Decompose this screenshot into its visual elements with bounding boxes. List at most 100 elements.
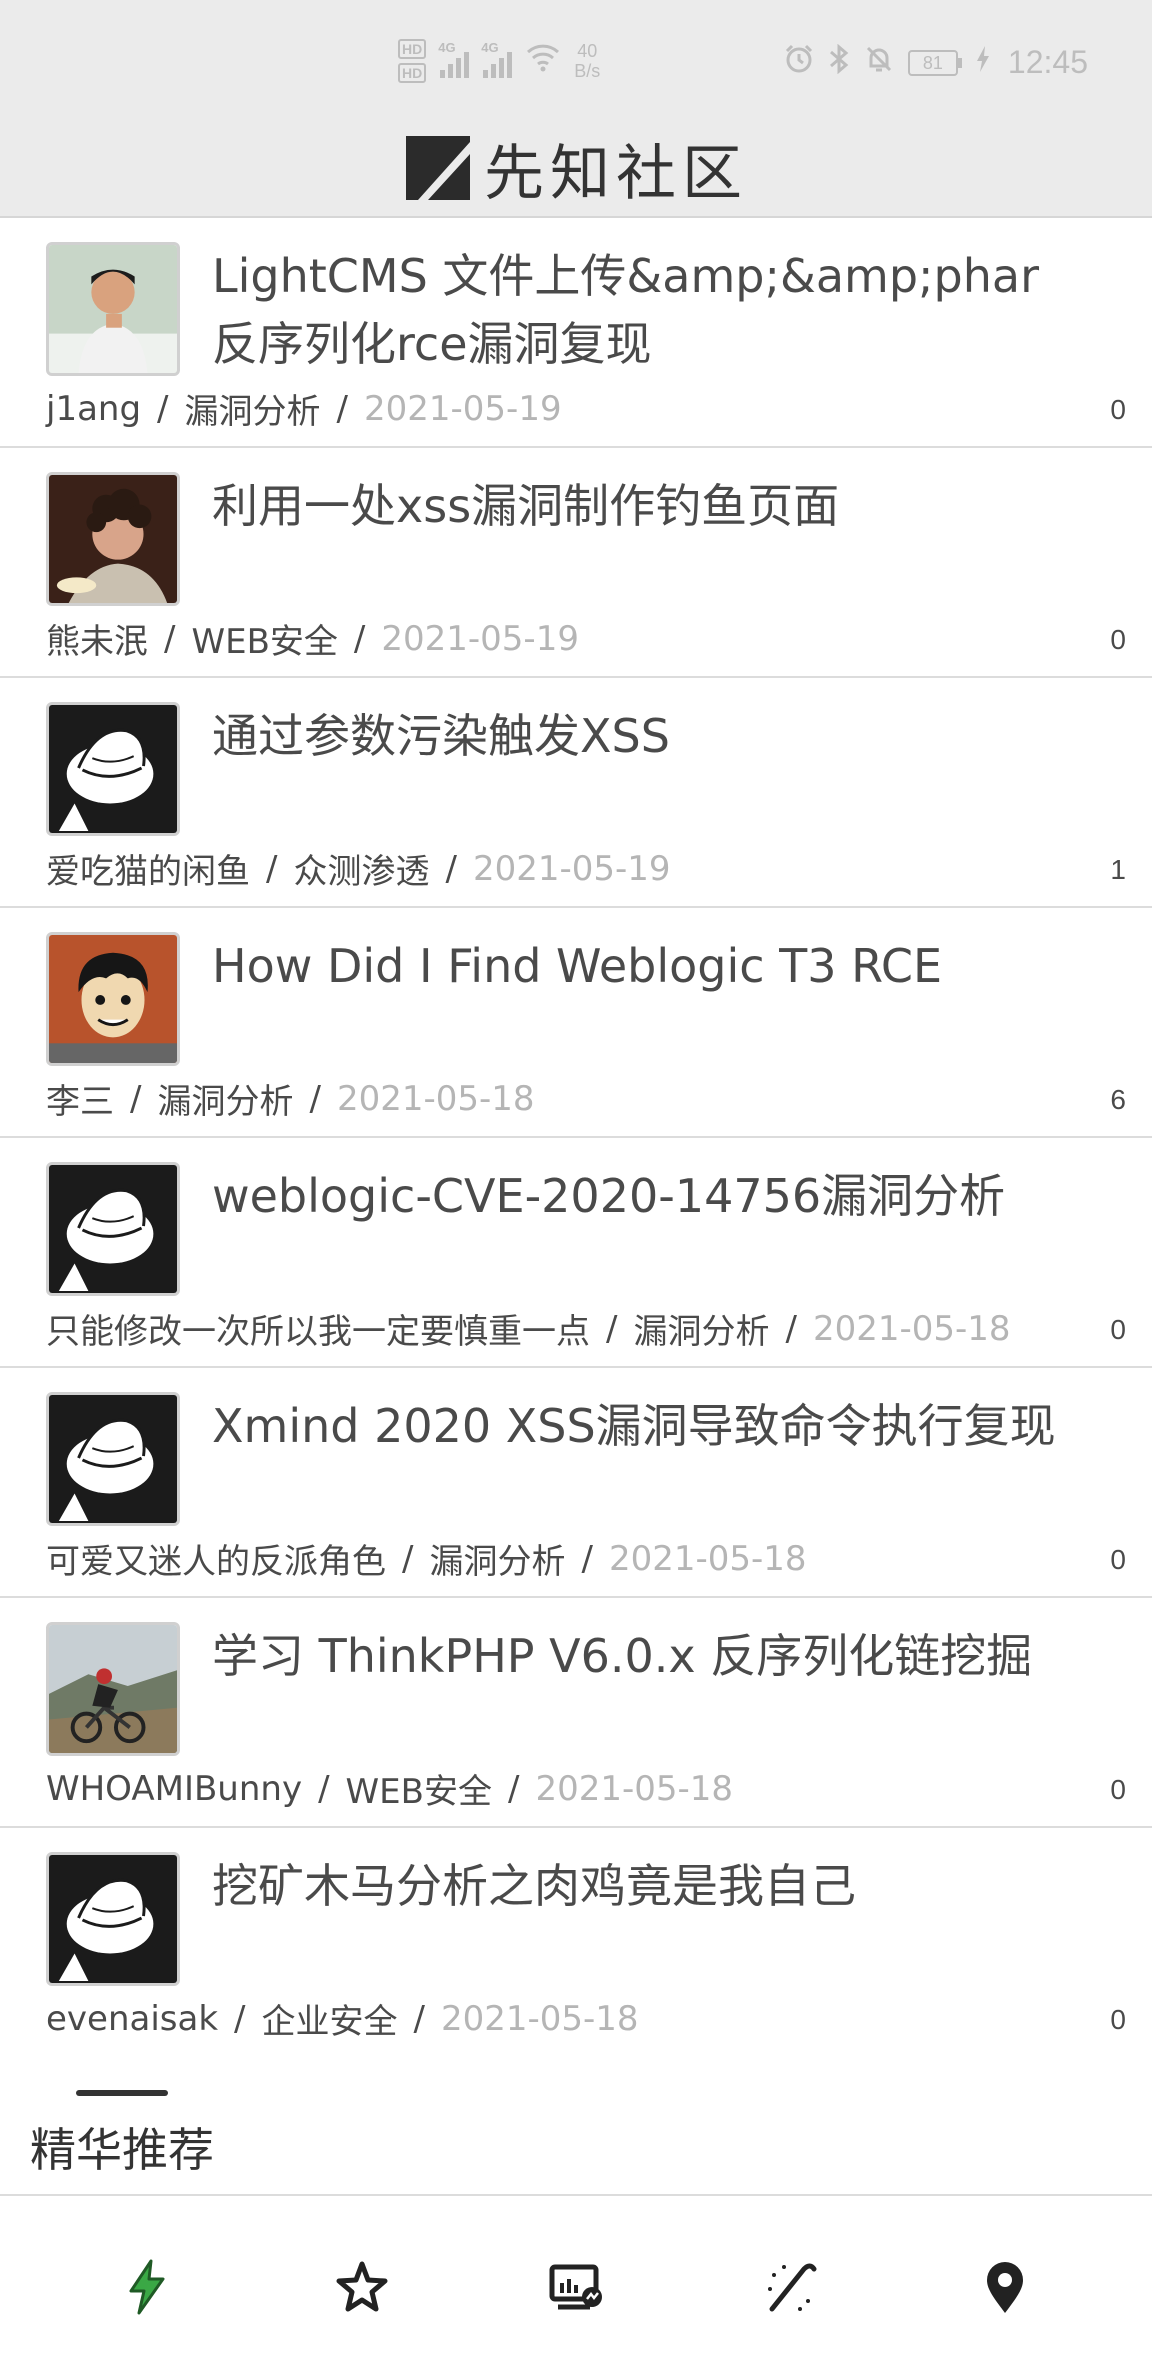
wifi-icon — [526, 42, 560, 80]
article-author[interactable]: 只能修改一次所以我一定要慎重一点 — [46, 1304, 590, 1353]
page-title: 先知社区 — [484, 138, 748, 209]
article-author[interactable]: j1ang — [46, 389, 141, 429]
article-list[interactable]: LightCMS 文件上传&amp;&amp;phar反序列化rce漏洞复现 j1… — [0, 218, 1152, 2058]
article-category[interactable]: WEB安全 — [346, 1764, 492, 1813]
meta-separator: / — [266, 848, 278, 889]
nav-favorites-button[interactable] — [317, 2242, 407, 2332]
article-date: 2021-05-18 — [608, 1538, 807, 1579]
meta-separator: / — [413, 1998, 425, 2039]
article-row[interactable]: 利用一处xss漏洞制作钓鱼页面熊未泯 / WEB安全 / 2021-05-19 0 — [0, 448, 1152, 678]
article-meta: 爱吃猫的闲鱼 / 众测渗透 / 2021-05-19 — [46, 844, 671, 893]
photo-cyclist-avatar[interactable] — [46, 1622, 180, 1756]
default-hat-avatar[interactable] — [46, 1162, 180, 1296]
app-header: 先知社区 — [0, 118, 1152, 218]
location-pin-icon — [986, 2262, 1023, 2313]
article-meta: 熊未泯 / WEB安全 / 2021-05-19 — [46, 614, 579, 663]
article-author[interactable]: 爱吃猫的闲鱼 — [46, 844, 250, 893]
hd-badges: HD HD — [398, 39, 427, 83]
meta-separator: / — [353, 618, 366, 659]
article-author[interactable]: 熊未泯 — [46, 614, 148, 663]
xianzhi-logo-icon — [406, 136, 470, 200]
article-author[interactable]: evenaisak — [46, 1999, 218, 2039]
nav-latest-button[interactable] — [102, 2242, 192, 2332]
article-date: 2021-05-18 — [440, 1998, 639, 2039]
comment-count: 0 — [1110, 1774, 1126, 1805]
article-row[interactable]: 学习 ThinkPHP V6.0.x 反序列化链挖掘 WHOAMIBunny / WE… — [0, 1598, 1152, 1828]
nav-tools-button[interactable] — [745, 2242, 835, 2332]
article-title[interactable]: 学习 ThinkPHP V6.0.x 反序列化链挖掘 — [212, 1622, 1062, 1690]
article-row[interactable]: How Did I Find Weblogic T3 RCE 李三 / 漏洞分析 / 20… — [0, 908, 1152, 1138]
article-title[interactable]: 挖矿木马分析之肉鸡竟是我自己 — [212, 1852, 1062, 1920]
article-date: 2021-05-19 — [381, 618, 579, 659]
cartoon-boy-avatar[interactable] — [46, 932, 180, 1066]
meta-separator: / — [309, 1078, 321, 1119]
article-date: 2021-05-19 — [472, 848, 671, 889]
meta-separator: / — [318, 1768, 330, 1809]
featured-tab[interactable]: 精华推荐 — [0, 2054, 1152, 2196]
nav-location-button[interactable] — [960, 2242, 1050, 2332]
meta-separator: / — [336, 388, 348, 429]
comment-count: 1 — [1110, 854, 1126, 885]
meta-separator: / — [234, 1998, 246, 2039]
article-category[interactable]: 漏洞分析 — [157, 1074, 293, 1123]
article-category[interactable]: 漏洞分析 — [429, 1534, 565, 1583]
article-row[interactable]: 通过参数污染触发XSS 爱吃猫的闲鱼 / 众测渗透 / 2021-05-19 1 — [0, 678, 1152, 908]
article-author[interactable]: WHOAMIBunny — [46, 1769, 302, 1809]
article-category[interactable]: 漏洞分析 — [185, 384, 321, 433]
network-speed-value: 40 — [577, 41, 598, 61]
article-title[interactable]: weblogic-CVE-2020-14756漏洞分析 — [212, 1162, 1062, 1230]
meta-separator: / — [581, 1538, 593, 1579]
meta-separator: / — [606, 1308, 618, 1349]
tab-indicator — [76, 2090, 168, 2096]
article-category[interactable]: 漏洞分析 — [633, 1304, 769, 1353]
status-time: 12:45 — [1007, 44, 1088, 80]
nav-stats-button[interactable] — [531, 2242, 621, 2332]
photo-curly-avatar[interactable] — [46, 472, 180, 606]
article-title[interactable]: LightCMS 文件上传&amp;&amp;phar反序列化rce漏洞复现 — [212, 242, 1062, 378]
article-meta: 只能修改一次所以我一定要慎重一点 / 漏洞分析 / 2021-05-18 — [46, 1304, 1011, 1353]
comment-count: 0 — [1110, 1314, 1126, 1345]
default-hat-avatar[interactable] — [46, 702, 180, 836]
network-speed-unit: B/s — [574, 61, 601, 81]
mute-bell-icon — [864, 44, 894, 81]
article-title[interactable]: 利用一处xss漏洞制作钓鱼页面 — [212, 472, 1062, 540]
comment-count: 0 — [1110, 624, 1126, 655]
battery-icon: 81 — [907, 49, 962, 76]
default-hat-avatar[interactable] — [46, 1392, 180, 1526]
comment-count: 0 — [1110, 1544, 1126, 1575]
article-date: 2021-05-18 — [812, 1308, 1011, 1349]
article-author[interactable]: 李三 — [46, 1074, 114, 1123]
meta-separator: / — [157, 388, 169, 429]
signal-icon-1: 4G — [438, 40, 470, 78]
article-meta: evenaisak / 企业安全 / 2021-05-18 — [46, 1994, 639, 2043]
meta-separator: / — [507, 1768, 520, 1809]
alarm-icon — [784, 44, 814, 81]
article-title[interactable]: Xmind 2020 XSS漏洞导致命令执行复现 — [212, 1392, 1062, 1460]
meta-separator: / — [164, 618, 176, 659]
lightning-icon — [129, 2259, 165, 2315]
article-meta: j1ang / 漏洞分析 / 2021-05-19 — [46, 384, 562, 433]
article-row[interactable]: LightCMS 文件上传&amp;&amp;phar反序列化rce漏洞复现 j1… — [0, 218, 1152, 448]
article-title[interactable]: 通过参数污染触发XSS — [212, 702, 1062, 770]
default-hat-avatar[interactable] — [46, 1852, 180, 1986]
article-row[interactable]: 挖矿木马分析之肉鸡竟是我自己 evenaisak / 企业安全 / 2021-05-18 0 — [0, 1828, 1152, 2058]
magic-wand-icon — [768, 2263, 817, 2312]
bottom-nav — [0, 2198, 1152, 2376]
top-bar: HD HD 4G 4G 40 B/s 81 12:45 先知社区 — [0, 0, 1152, 218]
article-category[interactable]: 众测渗透 — [293, 844, 429, 893]
bluetooth-icon — [828, 43, 850, 81]
article-date: 2021-05-19 — [363, 388, 562, 429]
article-category[interactable]: 企业安全 — [262, 1994, 398, 2043]
article-author[interactable]: 可爱又迷人的反派角色 — [46, 1534, 386, 1583]
article-row[interactable]: Xmind 2020 XSS漏洞导致命令执行复现 可爱又迷人的反派角色 / 漏洞分析 /… — [0, 1368, 1152, 1598]
network-speed: 40 B/s — [574, 41, 600, 81]
star-icon — [336, 2261, 388, 2312]
battery-level: 81 — [907, 49, 958, 76]
photo-man-avatar[interactable] — [46, 242, 180, 376]
featured-tab-label: 精华推荐 — [30, 2123, 214, 2177]
article-category[interactable]: WEB安全 — [191, 614, 337, 663]
status-bar-right: 81 12:45 — [784, 43, 1088, 81]
article-title[interactable]: How Did I Find Weblogic T3 RCE — [212, 932, 1062, 1000]
article-row[interactable]: weblogic-CVE-2020-14756漏洞分析只能修改一次所以我一定要慎… — [0, 1138, 1152, 1368]
status-bar: HD HD 4G 4G 40 B/s 81 12:45 — [0, 0, 1152, 130]
